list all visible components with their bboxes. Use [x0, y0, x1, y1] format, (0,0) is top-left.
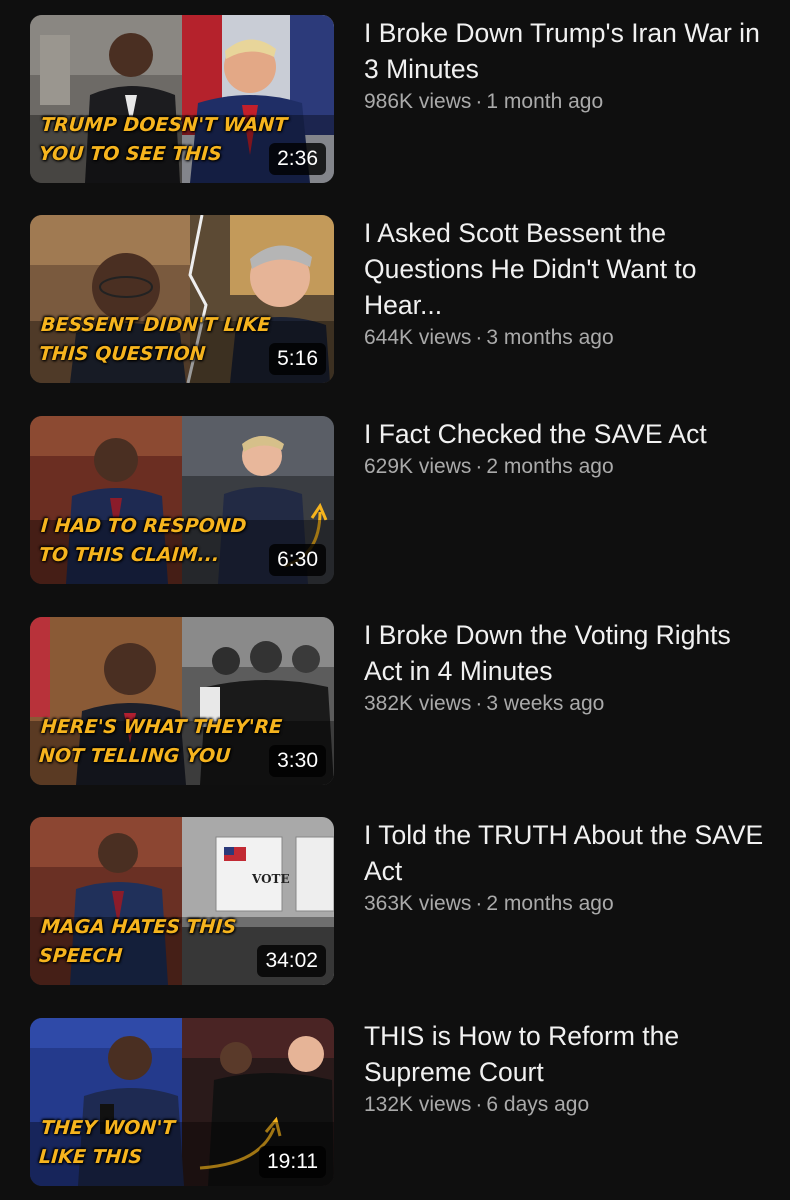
- video-details: I Asked Scott Bessent the Questions He D…: [364, 215, 774, 353]
- view-count: 986K views: [364, 90, 472, 113]
- separator: ·: [475, 692, 483, 715]
- video-thumbnail[interactable]: TRUMP DOESN'T WANT YOU TO SEE THIS 2:36: [30, 15, 334, 183]
- thumbnail-caption: HERE'S WHAT THEY'RE NOT TELLING YOU: [38, 716, 283, 767]
- separator: ·: [475, 892, 483, 915]
- video-stats: 644K views · 3 months ago: [364, 323, 774, 353]
- upload-age: 3 weeks ago: [486, 692, 605, 715]
- thumbnail-caption: THEY WON'T LIKE THIS: [38, 1117, 176, 1168]
- video-thumbnail[interactable]: THEY WON'T LIKE THIS 19:11: [30, 1018, 334, 1186]
- separator: ·: [475, 90, 483, 113]
- thumbnail-caption: MAGA HATES THIS SPEECH: [38, 916, 237, 967]
- upload-age: 1 month ago: [486, 90, 604, 113]
- view-count: 363K views: [364, 892, 472, 915]
- svg-text:VOTE: VOTE: [251, 872, 290, 886]
- video-details: I Told the TRUTH About the SAVE Act 363K…: [364, 817, 774, 919]
- video-thumbnail[interactable]: BESSENT DIDN'T LIKE THIS QUESTION 5:16: [30, 215, 334, 383]
- video-details: I Broke Down the Voting Rights Act in 4 …: [364, 617, 774, 719]
- video-thumbnail[interactable]: HERE'S WHAT THEY'RE NOT TELLING YOU 3:30: [30, 617, 334, 785]
- upload-age: 2 months ago: [486, 892, 614, 915]
- upload-age: 6 days ago: [486, 1093, 590, 1116]
- duration-badge: 19:11: [259, 1146, 326, 1178]
- duration-badge: 34:02: [257, 945, 326, 977]
- video-title[interactable]: I Asked Scott Bessent the Questions He D…: [364, 215, 774, 323]
- video-thumbnail[interactable]: I HAD TO RESPOND TO THIS CLAIM... 6:30: [30, 416, 334, 584]
- video-stats: 363K views · 2 months ago: [364, 889, 774, 919]
- separator: ·: [475, 326, 483, 349]
- thumbnail-caption: TRUMP DOESN'T WANT YOU TO SEE THIS: [38, 114, 289, 165]
- video-thumbnail[interactable]: VOTE MAGA HATES THIS SPEECH 34:02: [30, 817, 334, 985]
- video-title[interactable]: I Told the TRUTH About the SAVE Act: [364, 817, 774, 889]
- video-details: I Broke Down Trump's Iran War in 3 Minut…: [364, 15, 774, 117]
- video-item[interactable]: HERE'S WHAT THEY'RE NOT TELLING YOU 3:30…: [0, 617, 790, 789]
- video-stats: 629K views · 2 months ago: [364, 452, 774, 482]
- view-count: 382K views: [364, 692, 472, 715]
- video-list: TRUMP DOESN'T WANT YOU TO SEE THIS 2:36 …: [0, 0, 790, 1200]
- video-item[interactable]: TRUMP DOESN'T WANT YOU TO SEE THIS 2:36 …: [0, 15, 790, 187]
- duration-badge: 6:30: [269, 544, 326, 576]
- duration-badge: 5:16: [269, 343, 326, 375]
- view-count: 644K views: [364, 326, 472, 349]
- thumbnail-caption: I HAD TO RESPOND TO THIS CLAIM...: [38, 515, 248, 566]
- video-title[interactable]: I Broke Down the Voting Rights Act in 4 …: [364, 617, 774, 689]
- video-details: THIS is How to Reform the Supreme Court …: [364, 1018, 774, 1120]
- video-stats: 382K views · 3 weeks ago: [364, 689, 774, 719]
- video-stats: 132K views · 6 days ago: [364, 1090, 774, 1120]
- separator: ·: [475, 455, 483, 478]
- video-title[interactable]: THIS is How to Reform the Supreme Court: [364, 1018, 774, 1090]
- upload-age: 3 months ago: [486, 326, 614, 349]
- duration-badge: 2:36: [269, 143, 326, 175]
- thumbnail-caption: BESSENT DIDN'T LIKE THIS QUESTION: [38, 314, 272, 365]
- video-title[interactable]: I Fact Checked the SAVE Act: [364, 416, 774, 452]
- video-item[interactable]: BESSENT DIDN'T LIKE THIS QUESTION 5:16 I…: [0, 215, 790, 387]
- video-item[interactable]: VOTE MAGA HATES THIS SPEECH 34:02 I Told…: [0, 817, 790, 989]
- video-title[interactable]: I Broke Down Trump's Iran War in 3 Minut…: [364, 15, 774, 87]
- video-details: I Fact Checked the SAVE Act 629K views · 2…: [364, 416, 774, 482]
- view-count: 629K views: [364, 455, 472, 478]
- video-stats: 986K views · 1 month ago: [364, 87, 774, 117]
- upload-age: 2 months ago: [486, 455, 614, 478]
- separator: ·: [475, 1093, 483, 1116]
- duration-badge: 3:30: [269, 745, 326, 777]
- video-item[interactable]: I HAD TO RESPOND TO THIS CLAIM... 6:30 I…: [0, 416, 790, 588]
- view-count: 132K views: [364, 1093, 472, 1116]
- video-item[interactable]: THEY WON'T LIKE THIS 19:11 THIS is How t…: [0, 1018, 790, 1190]
